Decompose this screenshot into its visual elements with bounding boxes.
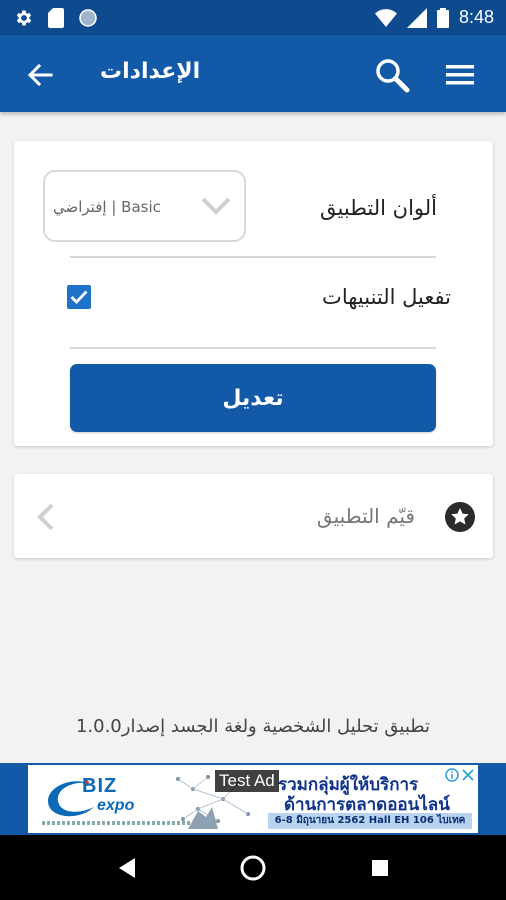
wifi-icon bbox=[374, 8, 397, 27]
back-button[interactable] bbox=[22, 57, 58, 93]
ad-logo-text: BIZ bbox=[82, 775, 118, 797]
divider bbox=[70, 256, 436, 258]
ad-content[interactable]: BIZ expo รวมกลุ่มผู้ให้บริการ ด้านการตลา… bbox=[28, 765, 478, 833]
chevron-left-icon bbox=[37, 503, 54, 531]
nav-back-button[interactable] bbox=[110, 851, 144, 885]
status-time: 8:48 bbox=[458, 7, 494, 27]
search-button[interactable] bbox=[372, 55, 412, 95]
battery-icon bbox=[436, 7, 449, 28]
divider bbox=[70, 347, 436, 349]
app-bar: الإعدادات bbox=[0, 35, 506, 112]
page-title: الإعدادات bbox=[100, 59, 201, 84]
gear-icon bbox=[14, 8, 34, 28]
sd-card-icon bbox=[48, 7, 64, 28]
status-right-icons: 8:48 bbox=[374, 7, 494, 28]
menu-button[interactable] bbox=[442, 57, 478, 93]
circle-icon bbox=[78, 8, 98, 28]
nav-recents-button[interactable] bbox=[363, 851, 397, 885]
recents-square-icon bbox=[372, 860, 388, 876]
status-left-icons bbox=[14, 7, 98, 28]
app-colors-selected-value: إفتراضي | Basic bbox=[53, 198, 161, 216]
ad-logo-subtext: expo bbox=[97, 797, 135, 814]
test-ad-label: Test Ad bbox=[215, 770, 279, 792]
ad-logo: BIZ expo bbox=[42, 771, 152, 821]
star-icon bbox=[445, 502, 475, 532]
nav-home-button[interactable] bbox=[236, 851, 270, 885]
rate-app-label: قيّم التطبيق bbox=[316, 504, 415, 528]
arrow-left-icon bbox=[27, 63, 53, 87]
rate-app-card[interactable]: قيّم التطبيق bbox=[14, 474, 493, 558]
notifications-checkbox[interactable] bbox=[67, 285, 91, 309]
navigation-bar bbox=[0, 835, 506, 900]
menu-icon bbox=[446, 65, 474, 85]
check-icon bbox=[70, 290, 88, 304]
app-colors-select[interactable]: إفتراضي | Basic bbox=[43, 170, 246, 242]
signal-icon bbox=[406, 7, 427, 28]
ad-choices[interactable] bbox=[445, 768, 474, 782]
ad-close-icon[interactable] bbox=[462, 769, 474, 781]
ad-date-line: 6-8 มิถุนายน 2562 Hall EH 106 ไบเทค bbox=[268, 813, 472, 829]
notifications-label: تفعيل التنبيهات bbox=[322, 285, 451, 309]
ad-info-icon[interactable] bbox=[445, 768, 459, 782]
status-bar: 8:48 bbox=[0, 0, 506, 35]
search-icon bbox=[376, 59, 410, 93]
app-colors-label: ألوان التطبيق bbox=[320, 196, 437, 220]
settings-card: إفتراضي | Basic ألوان التطبيق تفعيل التن… bbox=[14, 141, 493, 446]
edit-button[interactable]: تعديل bbox=[70, 364, 436, 432]
chevron-down-icon bbox=[200, 194, 232, 218]
back-triangle-icon bbox=[119, 858, 135, 878]
version-text: تطبيق تحليل الشخصية ولغة الجسد إصدار1.0.… bbox=[75, 716, 431, 737]
ad-banner[interactable]: BIZ expo รวมกลุ่มผู้ให้บริการ ด้านการตลา… bbox=[0, 763, 506, 835]
home-circle-icon bbox=[240, 855, 266, 881]
